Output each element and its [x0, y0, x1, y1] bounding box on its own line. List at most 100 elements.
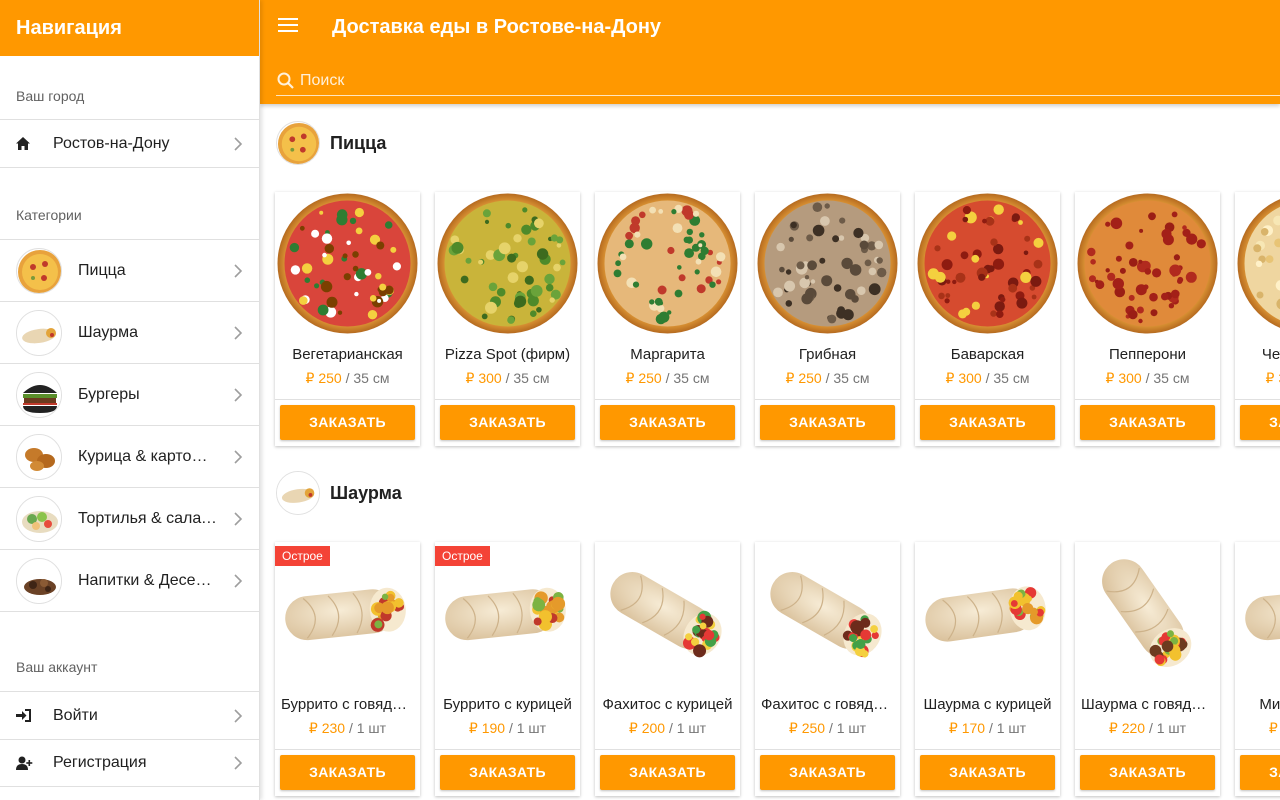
sidebar-item-login[interactable]: Войти — [0, 691, 259, 739]
price-value: 250 — [798, 370, 822, 386]
product-image[interactable] — [1075, 192, 1220, 335]
search-input[interactable] — [300, 71, 900, 90]
product-card[interactable]: Pizza Spot (фирм) ₽ 300 / 35 см ЗАКАЗАТЬ — [435, 192, 580, 446]
product-name: Фахитос с курицей — [602, 696, 733, 713]
order-button[interactable]: ЗАКАЗАТЬ — [600, 405, 735, 440]
pizza-cards-row: Вегетарианская ₽ 250 / 35 см ЗАКАЗАТЬ Pi… — [275, 192, 1280, 446]
product-card[interactable]: Мини шаурма ₽ 150 / 1 шт ЗАКАЗАТЬ — [1235, 542, 1280, 796]
product-card[interactable]: Вегетарианская ₽ 250 / 35 см ЗАКАЗАТЬ — [275, 192, 420, 446]
divider — [275, 399, 420, 400]
product-name: Pizza Spot (фирм) — [444, 346, 571, 363]
chevron-right-icon — [234, 263, 243, 278]
product-price: ₽ 230 / 1 шт — [275, 720, 420, 737]
price-unit: / 35 см — [825, 370, 870, 386]
price-value: 170 — [961, 720, 986, 736]
sidebar-item-register[interactable]: Регистрация — [0, 739, 259, 787]
sidebar-item-drinks-desserts[interactable]: Напитки & Десерты — [0, 549, 259, 611]
product-card[interactable]: Баварская ₽ 300 / 35 см ЗАКАЗАТЬ — [915, 192, 1060, 446]
product-image[interactable] — [755, 192, 900, 335]
price-value: 300 — [478, 370, 502, 386]
product-card[interactable]: Острое Буррито с курицей ₽ 190 / 1 шт ЗА… — [435, 542, 580, 796]
product-card[interactable]: Фахитос с курицей ₽ 200 / 1 шт ЗАКАЗАТЬ — [595, 542, 740, 796]
order-button[interactable]: ЗАКАЗАТЬ — [280, 405, 415, 440]
product-image[interactable] — [435, 192, 580, 335]
sidebar-item-chicken[interactable]: Курица & картофель — [0, 425, 259, 487]
product-name: Шаурма с говядиной — [1081, 696, 1220, 713]
product-name: Баварская — [950, 346, 1025, 363]
burger-icon — [16, 371, 62, 418]
divider — [1075, 749, 1220, 750]
order-button[interactable]: ЗАКАЗАТЬ — [1080, 755, 1215, 790]
price-unit: / 1 шт — [1148, 720, 1187, 736]
search-icon — [277, 72, 294, 89]
currency-icon: ₽ — [625, 370, 635, 386]
order-button[interactable]: ЗАКАЗАТЬ — [440, 755, 575, 790]
sidebar-item-shawarma[interactable]: Шаурма — [0, 301, 259, 363]
product-image[interactable] — [915, 192, 1060, 335]
product-image[interactable] — [915, 542, 1060, 685]
order-button[interactable]: ЗАКАЗАТЬ — [760, 755, 895, 790]
divider — [915, 749, 1060, 750]
product-name: Фахитос с говядиной — [761, 696, 900, 713]
chevron-right-icon — [234, 325, 243, 340]
order-button[interactable]: ЗАКАЗАТЬ — [920, 755, 1055, 790]
pizza-icon — [16, 247, 62, 294]
product-image[interactable] — [1075, 542, 1220, 685]
product-name: Буррито с говядиной — [281, 696, 420, 713]
product-image[interactable] — [595, 542, 740, 685]
order-button[interactable]: ЗАКАЗАТЬ — [1240, 405, 1280, 440]
chevron-right-icon — [234, 387, 243, 402]
order-button[interactable]: ЗАКАЗАТЬ — [440, 405, 575, 440]
shawarma-cards-row: Острое Буррито с говядиной ₽ 230 / 1 шт … — [275, 542, 1280, 796]
product-image[interactable] — [275, 192, 420, 335]
shawarma-icon — [276, 471, 320, 515]
section-header-pizza: Пицца — [276, 121, 386, 165]
order-button[interactable]: ЗАКАЗАТЬ — [1080, 405, 1215, 440]
section-header-shawarma: Шаурма — [276, 471, 402, 515]
product-image[interactable] — [755, 542, 900, 685]
app-bar: Доставка еды в Ростове-на-Дону — [260, 0, 1280, 104]
sidebar-item-pizza[interactable]: Пицца — [0, 239, 259, 301]
currency-icon: ₽ — [628, 720, 638, 736]
order-button[interactable]: ЗАКАЗАТЬ — [920, 405, 1055, 440]
pizza-icon — [276, 121, 320, 165]
product-image[interactable]: Острое — [275, 542, 420, 685]
order-button[interactable]: ЗАКАЗАТЬ — [280, 755, 415, 790]
product-card[interactable]: Шаурма с говядиной ₽ 220 / 1 шт ЗАКАЗАТЬ — [1075, 542, 1220, 796]
price-value: 300 — [958, 370, 982, 386]
product-image[interactable] — [1235, 542, 1280, 685]
divider — [1235, 749, 1280, 750]
order-button[interactable]: ЗАКАЗАТЬ — [600, 755, 735, 790]
product-card[interactable]: Шаурма с курицей ₽ 170 / 1 шт ЗАКАЗАТЬ — [915, 542, 1060, 796]
salad-icon — [16, 495, 62, 542]
product-card[interactable]: Четыре сыра ₽ 300 / 35 см ЗАКАЗАТЬ — [1235, 192, 1280, 446]
order-button[interactable]: ЗАКАЗАТЬ — [760, 405, 895, 440]
divider — [1075, 399, 1220, 400]
sidebar-item-city[interactable]: Ростов-на-Дону — [0, 119, 259, 167]
product-card[interactable]: Острое Буррито с говядиной ₽ 230 / 1 шт … — [275, 542, 420, 796]
order-button[interactable]: ЗАКАЗАТЬ — [1240, 755, 1280, 790]
city-label: Ростов-на-Дону — [53, 134, 170, 152]
sidebar-item-burgers[interactable]: Бургеры — [0, 363, 259, 425]
price-value: 250 — [318, 370, 342, 386]
login-label: Войти — [53, 706, 98, 724]
section-title: Шаурма — [330, 482, 402, 503]
divider — [435, 749, 580, 750]
product-image[interactable] — [595, 192, 740, 335]
product-image[interactable]: Острое — [435, 542, 580, 685]
product-card[interactable]: Фахитос с говядиной ₽ 250 / 1 шт ЗАКАЗАТ… — [755, 542, 900, 796]
product-price: ₽ 300 / 35 см — [1075, 370, 1220, 387]
price-unit: / 35 см — [1145, 370, 1190, 386]
product-card[interactable]: Маргарита ₽ 250 / 35 см ЗАКАЗАТЬ — [595, 192, 740, 446]
price-unit: / 1 шт — [988, 720, 1027, 736]
product-name: Маргарита — [630, 346, 705, 363]
product-card[interactable]: Грибная ₽ 250 / 35 см ЗАКАЗАТЬ — [755, 192, 900, 446]
menu-icon[interactable] — [278, 18, 298, 38]
category-label: Бургеры — [78, 385, 140, 403]
chevron-right-icon — [234, 511, 243, 526]
product-card[interactable]: Пепперони ₽ 300 / 35 см ЗАКАЗАТЬ — [1075, 192, 1220, 446]
product-image[interactable] — [1235, 192, 1280, 335]
sidebar-item-salads[interactable]: Тортилья & салаты — [0, 487, 259, 549]
currency-icon: ₽ — [308, 720, 318, 736]
price-value: 300 — [1118, 370, 1142, 386]
